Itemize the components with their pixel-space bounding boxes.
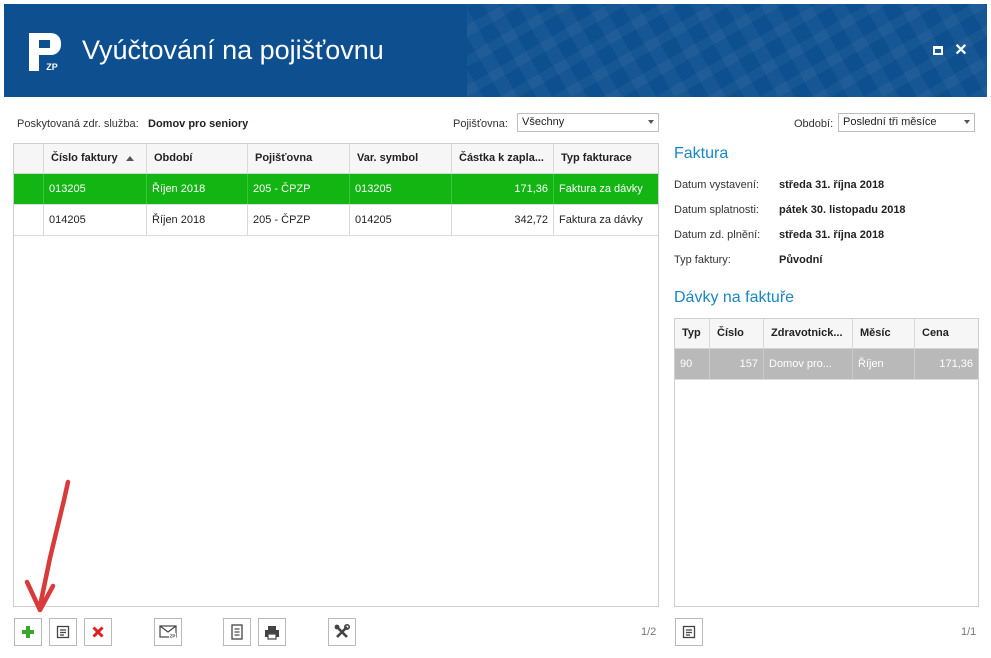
col-header-insurer[interactable]: Pojišťovna [248,144,350,174]
cell-number: 013205 [44,174,147,204]
invoice-type-value: Původní [779,254,823,266]
cell-number: 014205 [44,205,147,235]
print-button[interactable] [258,618,286,646]
col-header-batch-number[interactable]: Číslo [710,319,764,349]
col-header-number-label: Číslo faktury [51,152,118,164]
col-header-type[interactable]: Typ fakturace [554,144,658,174]
cell-insurer: 205 - ČPZP [248,205,350,235]
supply-date-label: Datum zd. plnění: [674,229,761,241]
row-indicator [14,174,44,204]
invoice-type-label: Typ faktury: [674,254,731,266]
window-title: Vyúčtování na pojišťovnu [82,35,384,65]
issued-date-label: Datum vystavení: [674,179,759,191]
batches-pager: 1/1 [961,626,977,638]
cell-type: Faktura za dávky [559,183,643,195]
add-button[interactable] [14,618,42,646]
insurer-combo-value: Všechny [522,116,565,128]
cell-var-symbol: 014205 [350,205,452,235]
service-label: Poskytovaná zdr. služba: [17,118,139,130]
col-header-period[interactable]: Období [147,144,248,174]
delete-button[interactable] [84,618,112,646]
cell-batch-month: Říjen [853,349,915,379]
row-indicator [14,205,44,235]
send-to-insurer-button[interactable]: ZP [154,618,182,646]
print-icon [265,625,279,640]
tools-button[interactable] [328,618,356,646]
col-header-number[interactable]: Číslo faktury [44,144,147,174]
invoices-grid: Číslo faktury Období Pojišťovna Var. sym… [13,143,659,607]
col-header-amount[interactable]: Částka k zapla... [452,144,554,174]
cell-batch-facility: Domov pro... [764,349,853,379]
table-row[interactable]: 014205 Říjen 2018 205 - ČPZP 014205 342,… [14,205,658,236]
service-value: Domov pro seniory [148,118,249,130]
invoices-grid-header: Číslo faktury Období Pojišťovna Var. sym… [14,144,658,174]
annotation-arrow [24,479,71,613]
zp-mail-icon: ZP [159,625,177,639]
col-header-var-symbol[interactable]: Var. symbol [350,144,452,174]
add-icon [22,626,34,638]
col-header-batch-type[interactable]: Typ [675,319,710,349]
table-row[interactable]: 013205 Říjen 2018 205 - ČPZP 013205 171,… [14,174,658,205]
table-row[interactable]: 90 157 Domov pro... Říjen 171,36 [675,349,978,380]
maximize-button[interactable] [930,42,946,58]
cell-amount: 342,72 [452,205,554,235]
cell-insurer: 205 - ČPZP [248,174,350,204]
invoices-pager: 1/2 [641,626,657,638]
batch-edit-button[interactable] [675,618,703,646]
due-date-label: Datum splatnosti: [674,204,759,216]
cell-type: Faktura za dávky [559,214,643,226]
period-label: Období: [794,118,834,130]
cell-period: Říjen 2018 [147,174,248,204]
cell-batch-type: 90 [675,349,710,379]
insurer-combo[interactable]: Všechny [517,113,659,132]
batch-edit-icon [682,625,696,639]
title-bar-pattern [467,4,987,97]
app-logo-text: ZP [46,62,58,72]
batches-heading: Dávky na faktuře [674,289,795,306]
close-icon: ✕ [954,42,968,59]
supply-date-value: středa 31. října 2018 [779,229,885,241]
document-button[interactable] [223,618,251,646]
insurer-label: Pojišťovna: [453,118,508,130]
title-bar: ZP Vyúčtování na pojišťovnu ✕ [4,4,987,97]
cell-period: Říjen 2018 [147,205,248,235]
batches-grid-header: Typ Číslo Zdravotnick... Měsíc Cena [675,319,978,349]
cell-amount: 171,36 [452,174,554,204]
batches-grid: Typ Číslo Zdravotnick... Měsíc Cena 90 1… [674,318,979,607]
cell-batch-price: 171,36 [939,358,973,370]
cell-batch-number: 157 [710,349,764,379]
col-header-batch-month[interactable]: Měsíc [853,319,915,349]
cell-var-symbol: 013205 [350,174,452,204]
edit-button[interactable] [49,618,77,646]
col-header-batch-facility[interactable]: Zdravotnick... [764,319,853,349]
due-date-value: pátek 30. listopadu 2018 [779,204,906,216]
zp-mail-icon-text: ZP [170,634,176,639]
period-combo-value: Poslední tři měsíce [843,116,937,128]
edit-document-icon [56,625,70,639]
sort-ascending-icon [125,155,134,161]
row-indicator-header [14,144,44,174]
app-logo-icon: ZP [29,33,63,72]
issued-date-value: středa 31. října 2018 [779,179,885,191]
chevron-down-icon [964,120,970,124]
maximize-icon [933,45,943,55]
period-combo[interactable]: Poslední tři měsíce [838,113,975,132]
delete-icon [92,626,104,638]
document-icon [231,624,243,640]
invoice-detail-heading: Faktura [674,145,729,162]
close-button[interactable]: ✕ [953,42,969,59]
tools-icon [334,624,350,638]
chevron-down-icon [648,120,654,124]
col-header-batch-price[interactable]: Cena [915,319,978,349]
